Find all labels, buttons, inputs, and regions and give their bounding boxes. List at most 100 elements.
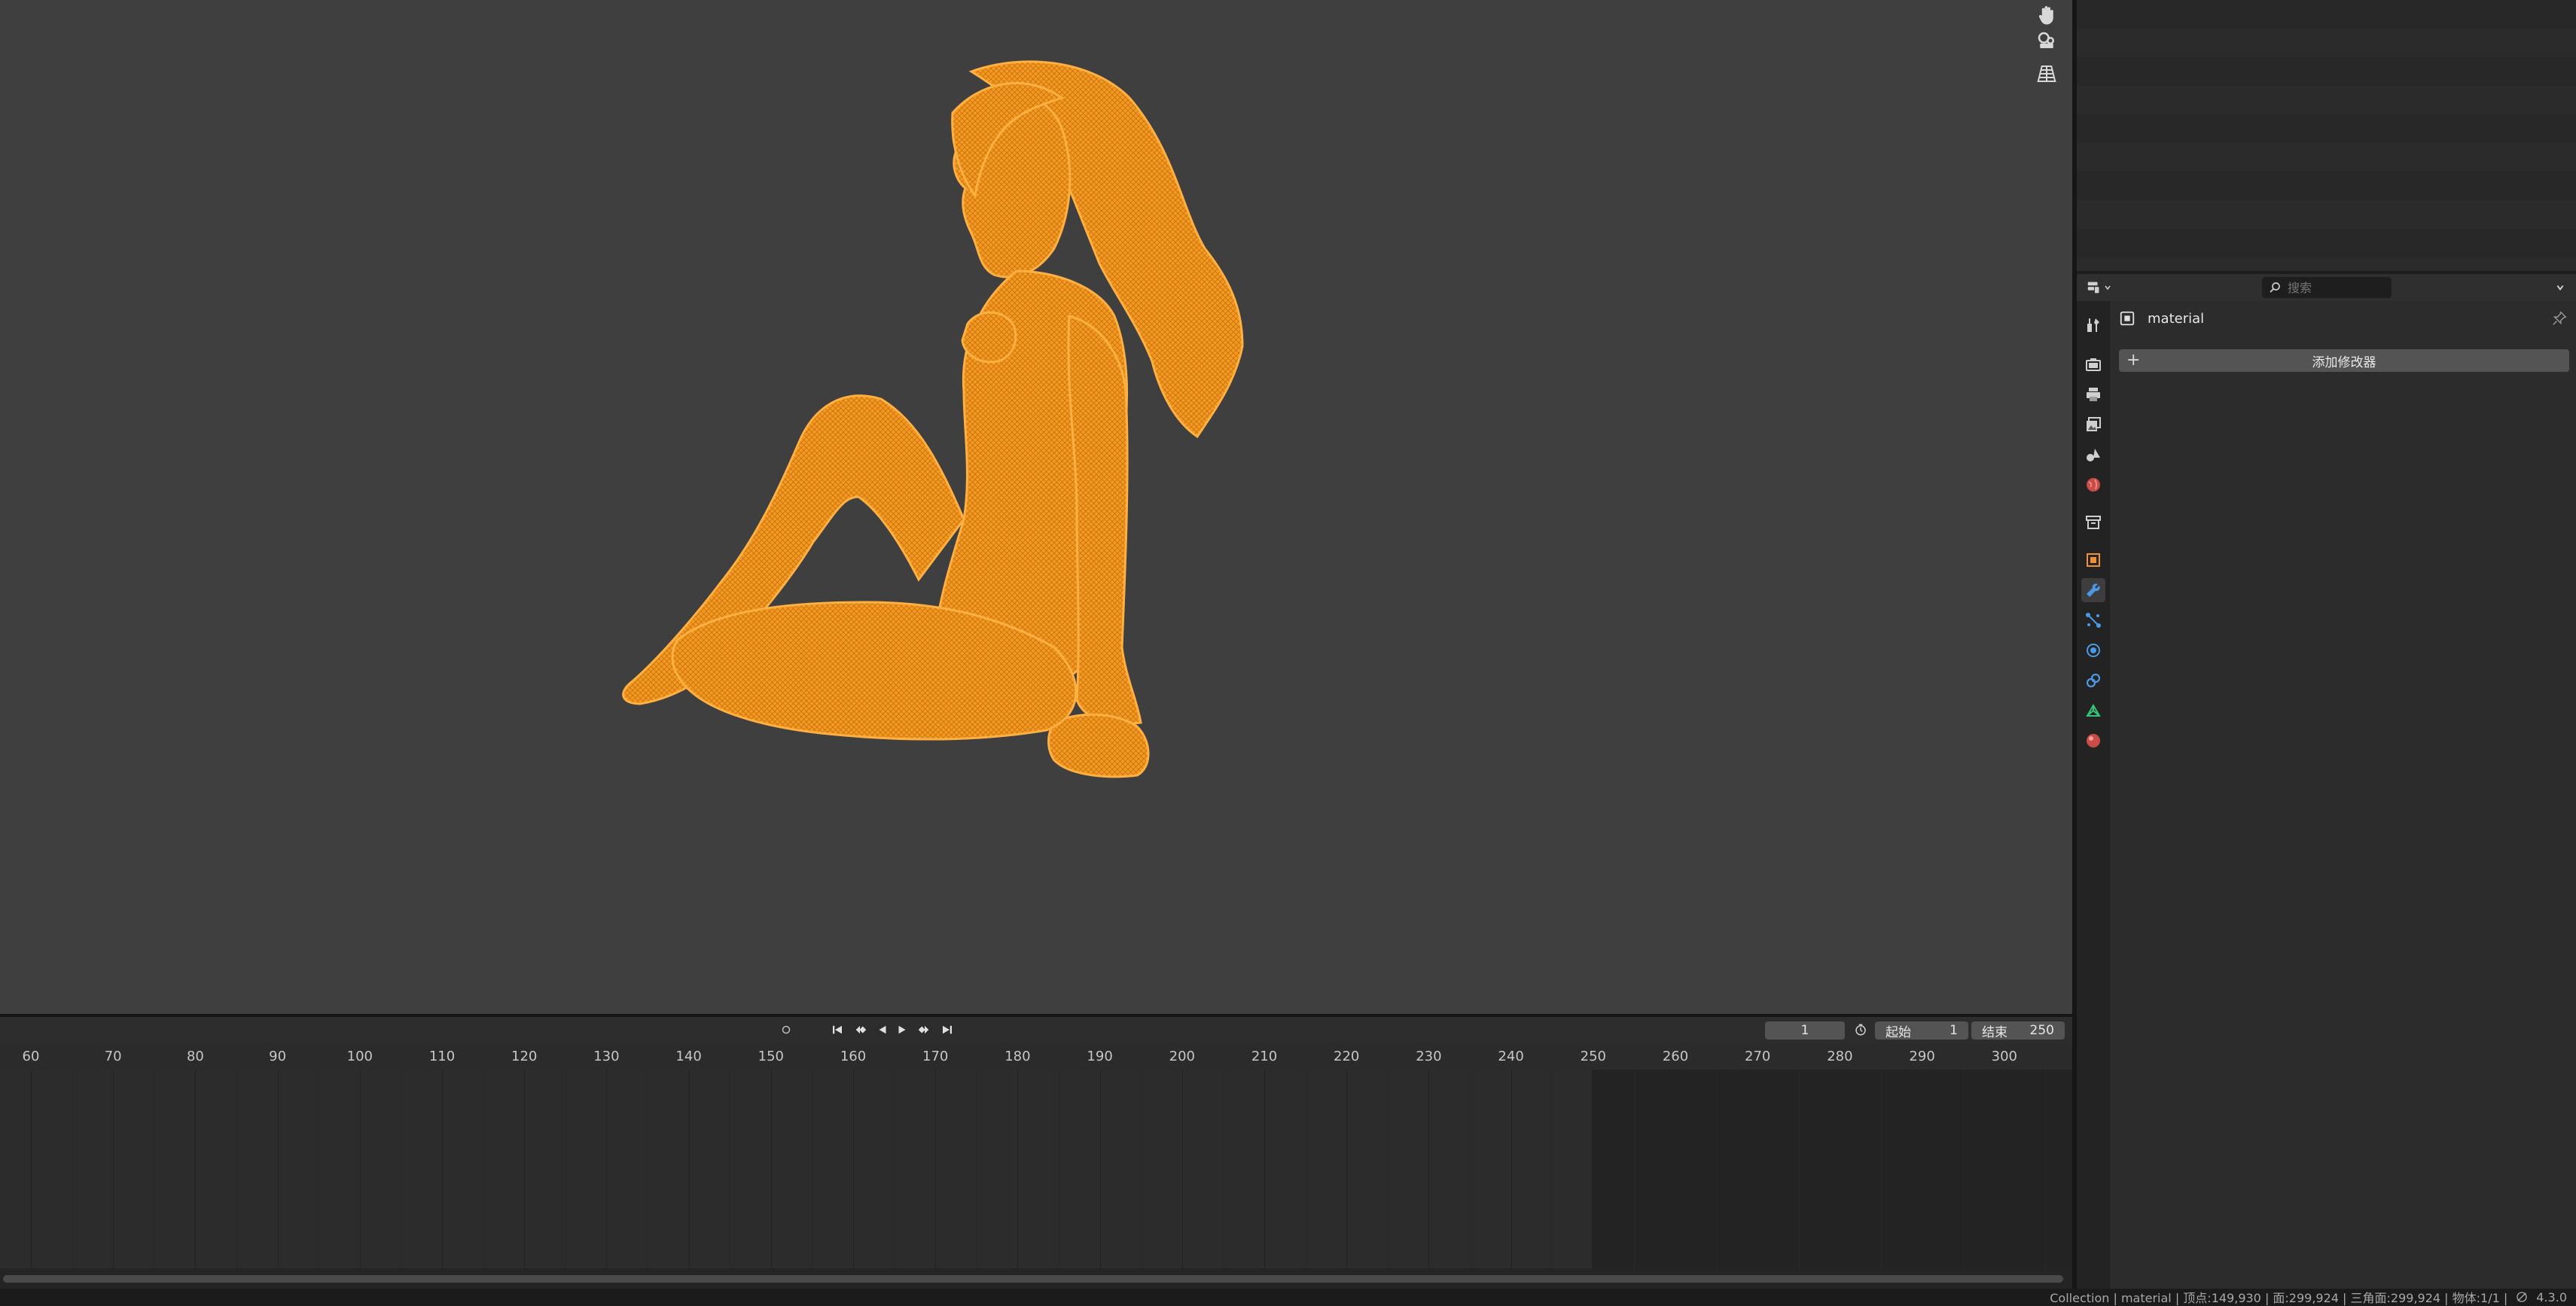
search-field[interactable]: [2262, 277, 2392, 298]
grid-perspective-icon[interactable]: [2032, 59, 2062, 89]
frame-gridline: [154, 1070, 155, 1268]
particles-icon: [2086, 613, 2101, 628]
frame-tick-label: 90: [269, 1049, 287, 1064]
printer-icon: [2087, 388, 2100, 401]
outliner-row[interactable]: [2077, 86, 2576, 114]
play-icon[interactable]: [893, 1021, 911, 1038]
frame-tick-label: 260: [1662, 1049, 1689, 1064]
outliner-row[interactable]: [2077, 229, 2576, 257]
search-input[interactable]: [2286, 279, 2384, 296]
scene-shapes-icon: [2087, 449, 2100, 461]
frame-gridline: [1798, 1070, 1800, 1268]
outliner-row[interactable]: [2077, 257, 2576, 271]
outliner-row[interactable]: [2077, 172, 2576, 200]
3d-viewport[interactable]: [0, 0, 2072, 1014]
tab-view-layer[interactable]: [2081, 413, 2105, 437]
frame-tick-label: 220: [1334, 1049, 1360, 1064]
jump-to-end-icon[interactable]: [938, 1021, 956, 1038]
autokey-record-icon[interactable]: [776, 1021, 797, 1038]
frame-gridline: [1099, 1070, 1101, 1268]
frame-gridline: [688, 1070, 690, 1268]
frame-gridline: [524, 1070, 526, 1268]
frame-gridline: [1511, 1070, 1512, 1268]
frame-gridline: [1593, 1070, 1594, 1268]
modifier-object-row: material: [2119, 307, 2571, 330]
frame-gridline: [1881, 1070, 1882, 1268]
frame-gridline: [2045, 1070, 2047, 1268]
editor-type-menu[interactable]: [2086, 279, 2116, 297]
current-frame-field[interactable]: 1: [1765, 1021, 1845, 1040]
frame-tick-label: 110: [428, 1049, 456, 1064]
outliner-row[interactable]: [2077, 29, 2576, 57]
end-frame-field[interactable]: 结束 250: [1971, 1021, 2065, 1040]
frame-gridline: [1963, 1070, 1965, 1268]
frame-tick-label: 120: [511, 1049, 538, 1064]
tab-output[interactable]: [2081, 382, 2105, 406]
properties-editor[interactable]: material + 添加修改器: [2077, 274, 2576, 1289]
world-globe-icon: [2087, 478, 2100, 492]
object-square-icon: [2120, 311, 2135, 326]
jump-keyframe-back-icon[interactable]: [848, 1021, 872, 1038]
options-chevron-icon[interactable]: [2553, 280, 2568, 295]
properties-editor-icon: [2087, 282, 2099, 294]
outliner-row[interactable]: [2077, 200, 2576, 229]
tab-constraints[interactable]: [2081, 668, 2105, 693]
selected-mesh-object[interactable]: [0, 0, 2072, 1014]
frame-gridline: [113, 1070, 114, 1268]
tab-collection[interactable]: [2081, 510, 2105, 534]
frame-gridline: [1223, 1070, 1224, 1268]
jump-keyframe-forward-icon[interactable]: [913, 1021, 937, 1038]
tab-material[interactable]: [2081, 729, 2105, 753]
frame-gridline: [1634, 1070, 1636, 1268]
frame-gridline: [770, 1070, 772, 1268]
frame-tick-label: 70: [104, 1049, 122, 1064]
tab-modifiers[interactable]: [2081, 578, 2105, 602]
frame-gridline: [853, 1070, 854, 1268]
tab-particles[interactable]: [2081, 608, 2105, 632]
frame-tick-label: 280: [1827, 1049, 1853, 1064]
tab-data[interactable]: [2081, 699, 2105, 723]
tab-render[interactable]: [2081, 352, 2105, 376]
tab-world[interactable]: [2081, 473, 2105, 497]
tab-object[interactable]: [2081, 548, 2105, 572]
tab-tool[interactable]: [2081, 313, 2105, 337]
timeline-out-of-range-area: [1592, 1070, 2072, 1268]
outliner-row[interactable]: [2077, 57, 2576, 86]
render-camera-back-icon: [2086, 358, 2101, 371]
frame-gridline: [1675, 1070, 1676, 1268]
frame-tick-label: 80: [186, 1049, 204, 1064]
add-modifier-button[interactable]: + 添加修改器: [2119, 349, 2569, 372]
frame-tick-label: 250: [1580, 1049, 1606, 1064]
outliner-row[interactable]: [2077, 0, 2576, 29]
pin-icon[interactable]: [2551, 310, 2568, 327]
frame-gridline: [1428, 1070, 1430, 1268]
image-layers-icon: [2087, 417, 2101, 431]
outliner-editor[interactable]: [2077, 0, 2576, 271]
properties-header: [2077, 274, 2576, 301]
tab-scene[interactable]: [2081, 443, 2105, 467]
start-frame-field[interactable]: 起始 1: [1875, 1021, 1968, 1040]
frame-ruler[interactable]: 60 70 80 90 100 110 120 130 140 150 160 170 180 190 20…: [0, 1043, 2072, 1070]
outliner-row[interactable]: [2077, 114, 2576, 143]
play-reverse-icon[interactable]: [873, 1021, 892, 1038]
timeline-editor[interactable]: 1 起始 1 结束 250 60 70 80 90 100 110 120 130 140 150…: [0, 1017, 2072, 1289]
preview-range-clock-icon[interactable]: [1851, 1021, 1870, 1038]
frame-gridline: [236, 1070, 237, 1268]
frame-gridline: [1757, 1070, 1759, 1268]
frame-gridline: [1181, 1070, 1183, 1268]
tab-physics[interactable]: [2081, 638, 2105, 662]
jump-to-start-icon[interactable]: [828, 1021, 846, 1038]
constraint-link-icon: [2086, 673, 2101, 688]
frame-tick-label: 140: [675, 1049, 702, 1064]
camera-view-icon[interactable]: [2032, 26, 2062, 56]
frame-gridline: [606, 1070, 608, 1268]
frame-gridline: [935, 1070, 937, 1268]
timeline-scrollbar-thumb[interactable]: [3, 1275, 2063, 1283]
frame-gridline: [1552, 1070, 1553, 1268]
outliner-row[interactable]: [2077, 143, 2576, 172]
frame-tick-label: 300: [1991, 1049, 2017, 1064]
object-square-icon: [2087, 553, 2100, 567]
timeline-scrollbar[interactable]: [0, 1268, 2072, 1289]
frame-tick-label: 190: [1087, 1049, 1113, 1064]
frame-gridline: [442, 1070, 443, 1268]
